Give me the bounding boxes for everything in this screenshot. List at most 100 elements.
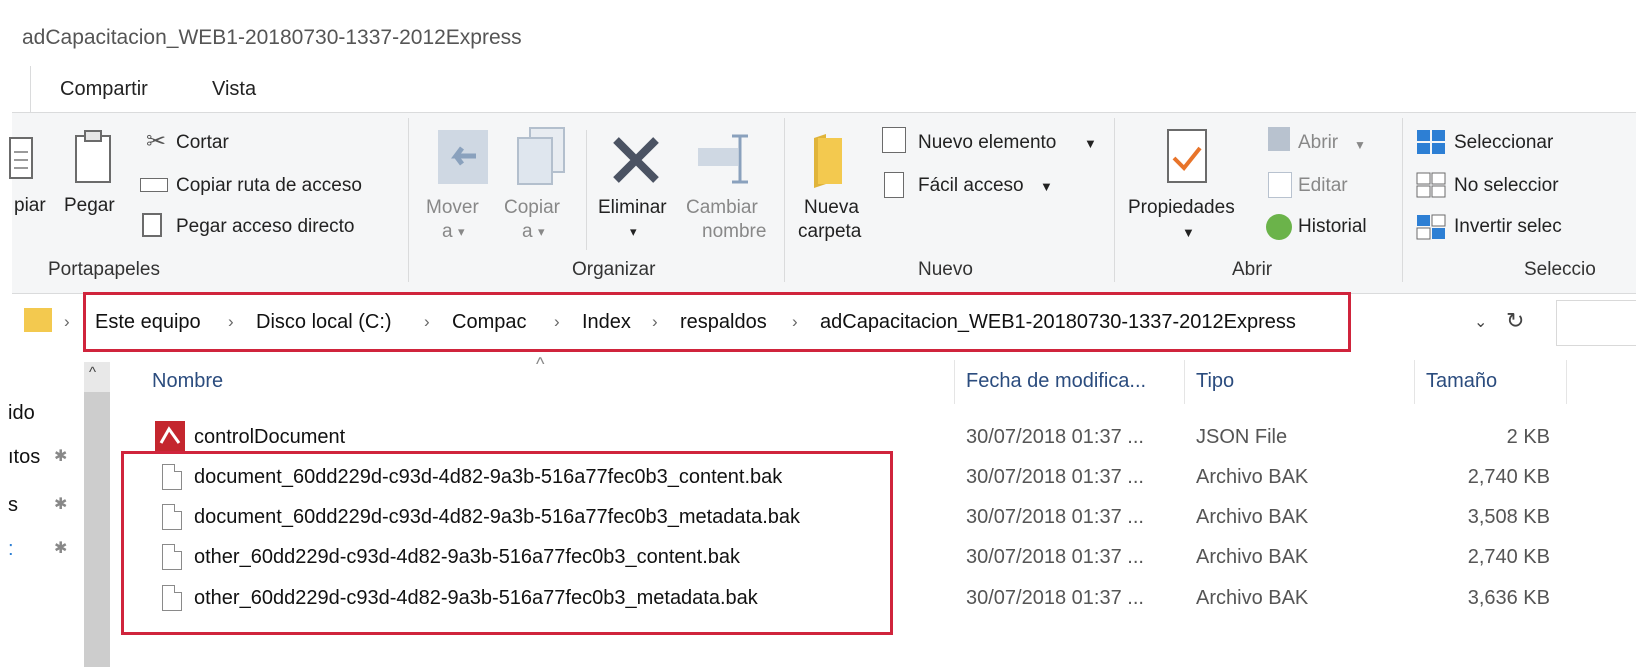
mover-button-line2: a <box>442 221 453 242</box>
column-divider[interactable] <box>1566 360 1567 404</box>
rename-icon <box>698 134 748 184</box>
historial-button[interactable]: Historial <box>1298 216 1367 238</box>
easy-access-icon <box>884 172 904 198</box>
pin-icon: ✱ <box>54 496 68 513</box>
seleccionar-todo-button[interactable]: Seleccionar <box>1454 132 1553 154</box>
column-divider[interactable] <box>954 360 955 404</box>
chevron-right-icon[interactable]: › <box>228 312 234 332</box>
ribbon-separator <box>1402 118 1403 282</box>
file-date: 30/07/2018 01:37 ... <box>966 506 1144 528</box>
ribbon-separator <box>784 118 785 282</box>
breadcrumb-respaldos[interactable]: respaldos <box>680 311 767 334</box>
chevron-right-icon[interactable]: › <box>652 312 658 332</box>
column-divider[interactable] <box>1184 360 1185 404</box>
json-file-icon <box>155 421 185 451</box>
file-type: JSON File <box>1196 426 1288 448</box>
breadcrumb-current-folder[interactable]: adCapacitacion_WEB1-20180730-1337-2012Ex… <box>820 311 1296 334</box>
cortar-button[interactable]: Cortar <box>176 132 229 154</box>
sort-ascending-icon: ^ <box>536 354 545 374</box>
column-header-nombre[interactable]: Nombre <box>152 370 223 393</box>
new-folder-icon <box>814 134 842 188</box>
file-size: 3,636 KB <box>1467 587 1550 609</box>
copiar-a-button[interactable]: Copiar <box>504 197 560 219</box>
eliminar-button[interactable]: Eliminar <box>598 197 667 219</box>
file-type: Archivo BAK <box>1196 466 1309 488</box>
copy-path-icon <box>140 178 168 192</box>
group-label-organizar: Organizar <box>572 259 656 280</box>
mover-dropdown-icon: ▾ <box>458 224 465 239</box>
nueva-carpeta-button[interactable]: Nueva <box>804 197 859 219</box>
chevron-right-icon[interactable]: › <box>424 312 430 332</box>
inner-separator <box>586 130 587 250</box>
facil-acceso-button[interactable]: Fácil acceso <box>918 175 1024 197</box>
tab-vista[interactable]: Vista <box>212 78 256 101</box>
address-dropdown-icon[interactable]: ⌄ <box>1474 312 1487 332</box>
select-all-icon <box>1417 130 1445 154</box>
editar-button[interactable]: Editar <box>1298 175 1348 197</box>
delete-x-icon <box>613 137 659 183</box>
copiar-a-button-line2: a <box>522 221 533 242</box>
copiar-ruta-button[interactable]: Copiar ruta de acceso <box>176 175 362 197</box>
mover-button[interactable]: Mover <box>426 197 479 219</box>
pegar-button[interactable]: Pegar <box>64 195 115 217</box>
invert-selection-icon <box>1416 214 1446 240</box>
tab-compartir[interactable]: Compartir <box>60 78 148 101</box>
column-header-fecha[interactable]: Fecha de modifica... <box>966 370 1146 393</box>
nuevo-elemento-button[interactable]: Nuevo elemento <box>918 132 1056 154</box>
file-name[interactable]: controlDocument <box>194 426 345 449</box>
open-icon <box>1268 127 1290 151</box>
breadcrumb-este-equipo[interactable]: Este equipo <box>95 311 201 334</box>
pin-icon: ✱ <box>54 448 68 465</box>
breadcrumb-disco-local[interactable]: Disco local (C:) <box>256 311 392 334</box>
facil-acceso-dropdown-icon: ▼ <box>1040 179 1053 194</box>
nav-item-2[interactable]: ıtos <box>8 446 40 469</box>
cambiar-nombre-button[interactable]: Cambiar <box>686 197 758 219</box>
pegar-acceso-button[interactable]: Pegar acceso directo <box>176 216 355 238</box>
copiar-button[interactable]: piar <box>14 195 46 217</box>
column-divider[interactable] <box>1414 360 1415 404</box>
nav-scrollbar-thumb[interactable] <box>84 392 110 667</box>
scroll-up-arrow-icon[interactable]: ^ <box>89 364 96 381</box>
file-size: 2,740 KB <box>1467 546 1550 568</box>
paste-icon <box>75 130 111 183</box>
column-header-tipo[interactable]: Tipo <box>1196 370 1234 393</box>
breadcrumb-compac[interactable]: Compac <box>452 311 526 334</box>
file-type: Archivo BAK <box>1196 546 1309 568</box>
abrir-button[interactable]: Abrir <box>1298 132 1338 154</box>
copy-icon <box>9 137 33 179</box>
ribbon-separator <box>408 118 409 282</box>
move-to-icon <box>438 130 488 184</box>
copy-to-icon <box>517 127 565 185</box>
file-size: 2,740 KB <box>1467 466 1550 488</box>
file-date: 30/07/2018 01:37 ... <box>966 466 1144 488</box>
nav-item-3[interactable]: s <box>8 494 18 517</box>
scissors-icon: ✂ <box>146 128 167 155</box>
group-label-portapapeles: Portapapeles <box>48 259 160 280</box>
column-header-tamano[interactable]: Tamaño <box>1426 370 1497 393</box>
file-date: 30/07/2018 01:37 ... <box>966 426 1144 448</box>
file-size: 2 KB <box>1506 426 1550 448</box>
new-item-icon <box>882 127 906 153</box>
breadcrumb-index[interactable]: Index <box>582 311 631 334</box>
invertir-seleccion-button[interactable]: Invertir selec <box>1454 216 1562 238</box>
nueva-carpeta-line2: carpeta <box>798 221 862 242</box>
properties-check-icon <box>1167 129 1207 183</box>
no-seleccionar-button[interactable]: No seleccior <box>1454 175 1559 197</box>
file-type: Archivo BAK <box>1196 506 1309 528</box>
search-box[interactable] <box>1556 300 1636 346</box>
edit-icon <box>1268 172 1292 198</box>
file-date: 30/07/2018 01:37 ... <box>966 587 1144 609</box>
chevron-right-icon[interactable]: › <box>554 312 560 332</box>
refresh-icon[interactable]: ↻ <box>1506 308 1524 334</box>
propiedades-button[interactable]: Propiedades <box>1128 197 1235 219</box>
folder-icon <box>24 308 52 332</box>
chevron-right-icon[interactable]: › <box>792 312 798 332</box>
file-size: 3,508 KB <box>1467 506 1550 528</box>
cambiar-nombre-line2: nombre <box>702 221 767 242</box>
abrir-dropdown-icon: ▼ <box>1354 138 1366 152</box>
nav-item-4[interactable]: : <box>8 538 14 561</box>
group-label-nuevo: Nuevo <box>918 259 973 280</box>
nav-item-quick-access[interactable]: ido <box>8 402 35 425</box>
group-label-abrir: Abrir <box>1232 259 1273 280</box>
paste-shortcut-icon <box>142 213 162 237</box>
